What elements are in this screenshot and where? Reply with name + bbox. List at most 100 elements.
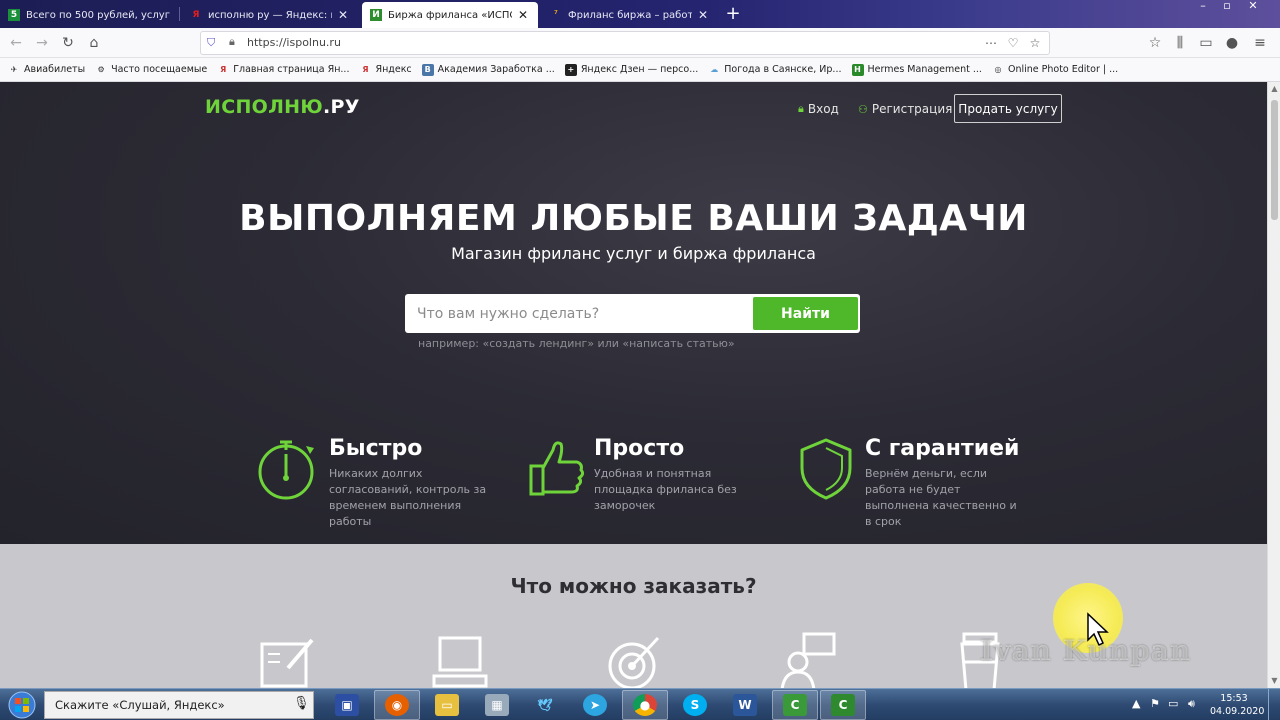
taskbar-app-firefox[interactable]: ◉ bbox=[374, 690, 420, 720]
back-icon[interactable]: ← bbox=[6, 33, 26, 53]
feature-fast: Быстро Никаких долгих согласований, конт… bbox=[256, 434, 496, 528]
tracking-shield-icon[interactable]: ⛉ bbox=[207, 36, 219, 50]
microphone-icon[interactable]: 🎙︎ bbox=[293, 696, 310, 714]
bookmark-item[interactable]: ✈ Авиабилеты bbox=[8, 64, 85, 76]
computer-icon[interactable] bbox=[430, 632, 490, 688]
taskbar-app-word[interactable]: W bbox=[722, 690, 768, 720]
folder-icon: ▭ bbox=[435, 694, 459, 716]
sidebar-icon[interactable]: ▭ bbox=[1196, 33, 1216, 53]
close-icon[interactable]: ✕ bbox=[516, 8, 530, 22]
new-tab-button[interactable]: + bbox=[724, 3, 742, 25]
tab-freelance[interactable]: ⁷ Фриланс биржа – работа для ✕ bbox=[542, 2, 718, 28]
account-icon[interactable]: ● bbox=[1222, 33, 1242, 53]
page-viewport: ИСПОЛНЮ.РУ 🔒︎ Вход ⚇ Регистрация Продать у… bbox=[0, 82, 1267, 688]
url-text[interactable]: https://ispolnu.ru bbox=[247, 36, 341, 49]
taskbar-app-telegram[interactable]: ➤ bbox=[572, 690, 618, 720]
feature-title: Быстро bbox=[329, 436, 423, 461]
telegram-icon: ➤ bbox=[583, 694, 607, 716]
target-icon[interactable] bbox=[604, 632, 664, 688]
zen-icon: + bbox=[564, 63, 577, 76]
bookmark-item[interactable]: + Яндекс Дзен — персо... bbox=[564, 63, 699, 76]
feature-description: Никаких долгих согласований, контроль за… bbox=[329, 467, 487, 528]
bookmark-item[interactable]: ◎ Online Photo Editor | ... bbox=[992, 64, 1118, 76]
taskbar-app-camtasia-recorder[interactable]: C bbox=[820, 690, 866, 720]
bookmark-icon[interactable]: ☆ bbox=[1145, 33, 1165, 53]
login-link[interactable]: 🔒︎ Вход bbox=[798, 102, 839, 116]
bookmark-label: Яндекс Дзен — персо... bbox=[580, 64, 699, 75]
search-input[interactable] bbox=[405, 294, 752, 333]
taskbar-app-skype[interactable]: S bbox=[672, 690, 718, 720]
feature-description: Удобная и понятная площадка фриланса без… bbox=[594, 467, 737, 512]
tray-network-icon[interactable]: ▭ bbox=[1168, 697, 1178, 710]
register-link[interactable]: ⚇ Регистрация bbox=[858, 102, 952, 116]
yandex-icon: Я bbox=[192, 10, 200, 20]
feature-title: Просто bbox=[594, 436, 685, 461]
stopwatch-icon bbox=[258, 440, 314, 500]
hero-section: ИСПОЛНЮ.РУ 🔒︎ Вход ⚇ Регистрация Продать у… bbox=[0, 82, 1267, 544]
page-headline: ВЫПОЛНЯЕМ ЛЮБЫЕ ВАШИ ЗАДАЧИ bbox=[239, 198, 1028, 239]
pocket-icon[interactable]: ♡ bbox=[1005, 35, 1021, 51]
page-actions-icon[interactable]: ⋯ bbox=[983, 35, 999, 51]
shield-icon bbox=[800, 438, 852, 500]
scroll-down-icon[interactable]: ▼ bbox=[1268, 674, 1280, 688]
minimize-icon[interactable]: – bbox=[1192, 0, 1214, 14]
bookmark-item[interactable]: Я Главная страница Ян... bbox=[217, 64, 349, 76]
bookmark-item[interactable]: Я Яндекс bbox=[359, 64, 411, 76]
tab-ispolnu[interactable]: И Биржа фриланса «ИСПОЛНЮ ✕ bbox=[362, 2, 538, 28]
taskbar-app-explorer[interactable]: ▭ bbox=[424, 690, 470, 720]
bookmark-label: Hermes Management ... bbox=[867, 64, 982, 75]
taskbar-app-calculator[interactable]: ▦ bbox=[474, 690, 520, 720]
close-icon[interactable]: ✕ bbox=[336, 8, 350, 22]
taskbar-app-camtasia[interactable]: C bbox=[772, 690, 818, 720]
tray-flag-icon[interactable]: ⚑ bbox=[1150, 697, 1160, 710]
page-scrollbar[interactable]: ▲ ▼ bbox=[1267, 82, 1280, 688]
bird-icon: 🕊︎ bbox=[537, 698, 553, 712]
watermark: Ivan Kunpan bbox=[980, 634, 1192, 667]
taskbar-app-bird[interactable]: 🕊︎ bbox=[522, 690, 568, 720]
bookmark-item[interactable]: H Hermes Management ... bbox=[851, 63, 982, 76]
tray-volume-icon[interactable]: 🔊︎ bbox=[1188, 697, 1195, 711]
page-subheadline: Магазин фриланс услуг и биржа фриланса bbox=[451, 244, 816, 263]
taskbar-clock[interactable]: 15:53 04.09.2020 bbox=[1210, 692, 1265, 718]
browser-tab-strip: 5 Всего по 500 рублей, услуги и Я исполн… bbox=[0, 0, 1280, 28]
windows-start-icon[interactable] bbox=[4, 690, 40, 720]
feature-guarantee: С гарантией Вернём деньги, если работа н… bbox=[798, 434, 1038, 528]
reload-icon[interactable]: ↻ bbox=[58, 33, 78, 53]
taskbar-search[interactable]: Скажите «Слушай, Яндекс» 🎙︎ bbox=[44, 691, 314, 719]
bookmark-item[interactable]: ☁ Погода в Саянске, Ир... bbox=[708, 64, 841, 76]
bookmark-item[interactable]: ⚙ Часто посещаемые bbox=[95, 64, 207, 76]
photo-editor-icon: ◎ bbox=[994, 65, 1002, 74]
taskbar-app-chrome[interactable]: ● bbox=[622, 690, 668, 720]
chrome-icon: ● bbox=[633, 694, 657, 716]
sell-service-button[interactable]: Продать услугу bbox=[954, 94, 1062, 123]
search-button[interactable]: Найти bbox=[753, 297, 858, 330]
menu-icon[interactable]: ≡ bbox=[1250, 33, 1270, 53]
tray-expand-icon[interactable]: ▲ bbox=[1132, 697, 1140, 710]
scroll-thumb[interactable] bbox=[1271, 100, 1278, 220]
support-chat-icon[interactable] bbox=[778, 632, 838, 688]
tab-yandex-search[interactable]: Я исполню ру — Яндекс: нашл ✕ bbox=[182, 2, 358, 28]
word-icon: W bbox=[733, 694, 757, 716]
navigation-toolbar: ← → ↻ ⌂ ⛉ 🔒︎ https://ispolnu.ru ⋯ ♡ ☆ ☆ … bbox=[0, 28, 1280, 58]
home-icon[interactable]: ⌂ bbox=[84, 33, 104, 53]
scroll-up-icon[interactable]: ▲ bbox=[1268, 82, 1280, 96]
bookmark-label: Главная страница Ян... bbox=[233, 64, 350, 75]
address-bar[interactable]: ⛉ 🔒︎ https://ispolnu.ru ⋯ ♡ ☆ bbox=[200, 31, 1050, 55]
forward-icon[interactable]: → bbox=[32, 33, 52, 53]
lock-icon[interactable]: 🔒︎ bbox=[229, 35, 241, 51]
tab-kwork[interactable]: 5 Всего по 500 рублей, услуги и bbox=[0, 2, 178, 28]
library-icon[interactable]: ⫼ bbox=[1170, 33, 1190, 53]
show-desktop-button[interactable] bbox=[1268, 689, 1280, 720]
clock-date: 04.09.2020 bbox=[1210, 706, 1265, 717]
taskbar-app-save[interactable]: ▣ bbox=[324, 690, 370, 720]
clock-time: 15:53 bbox=[1220, 693, 1248, 704]
close-icon[interactable]: ✕ bbox=[696, 8, 710, 22]
maximize-icon[interactable]: ▫ bbox=[1216, 0, 1238, 14]
bookmark-item[interactable]: В Академия Заработка ... bbox=[421, 63, 555, 76]
bookmark-label: Online Photo Editor | ... bbox=[1007, 64, 1119, 75]
bookmarks-toolbar: ✈ Авиабилеты ⚙ Часто посещаемые Я Главная с… bbox=[0, 58, 1280, 82]
site-logo[interactable]: ИСПОЛНЮ.РУ bbox=[205, 96, 360, 118]
design-icon[interactable] bbox=[258, 632, 318, 688]
bookmark-star-icon[interactable]: ☆ bbox=[1027, 35, 1043, 51]
close-window-icon[interactable]: ✕ bbox=[1242, 0, 1264, 14]
